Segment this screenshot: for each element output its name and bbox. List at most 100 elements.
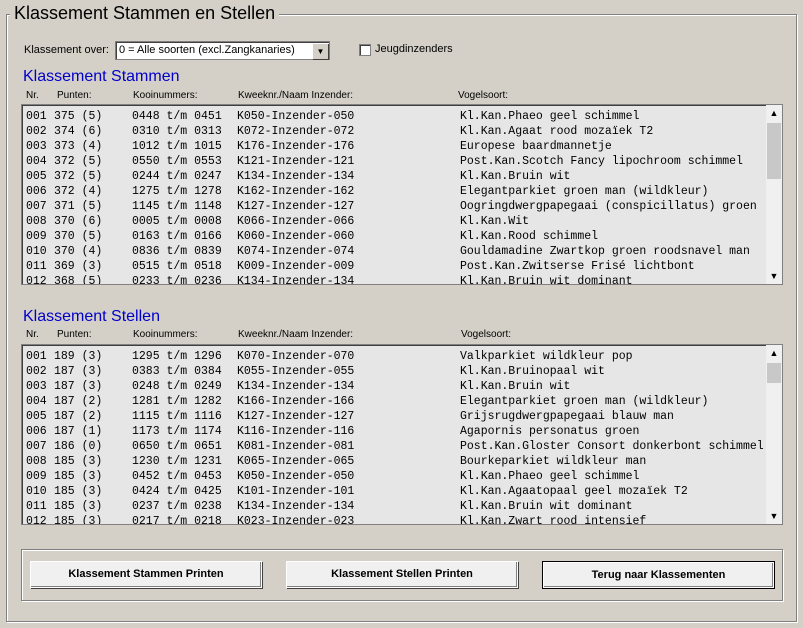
- row-vogelsoort: Oogringdwergpapegaai (conspicillatus) gr…: [460, 200, 757, 213]
- row-punten: 375 (5): [54, 110, 103, 123]
- row-nr: 007: [26, 440, 47, 453]
- print-stammen-button[interactable]: Klassement Stammen Printen: [30, 561, 262, 588]
- row-punten: 185 (3): [54, 455, 103, 468]
- row-inzender: K134-Inzender-134: [237, 500, 355, 513]
- stammen-header-nr: Nr.: [26, 90, 39, 101]
- arrow-up-icon[interactable]: ▲: [766, 105, 782, 121]
- row-kooinummers: 0310 t/m 0313: [132, 125, 222, 138]
- list-item[interactable]: 009 185 (3) 0452 t/m 0453 K050-Inzender-050…: [26, 469, 766, 484]
- row-kooinummers: 0650 t/m 0651: [132, 440, 222, 453]
- stammen-listbox[interactable]: 001 375 (5) 0448 t/m 0451 K050-Inzender-050…: [21, 104, 783, 285]
- row-nr: 001: [26, 350, 47, 363]
- row-inzender: K009-Inzender-009: [237, 260, 355, 273]
- list-item[interactable]: 001 375 (5) 0448 t/m 0451 K050-Inzender-050…: [26, 109, 766, 124]
- row-nr: 005: [26, 170, 47, 183]
- list-item[interactable]: 011 185 (3) 0237 t/m 0238 K134-Inzender-134…: [26, 499, 766, 514]
- row-kooinummers: 0550 t/m 0553: [132, 155, 222, 168]
- list-item[interactable]: 009 370 (5) 0163 t/m 0166 K060-Inzender-060…: [26, 229, 766, 244]
- jeugdinzenders-checkbox[interactable]: [359, 44, 371, 56]
- row-inzender: K050-Inzender-050: [237, 110, 355, 123]
- row-nr: 005: [26, 410, 47, 423]
- row-kooinummers: 1230 t/m 1231: [132, 455, 222, 468]
- row-kooinummers: 0233 t/m 0236: [132, 275, 222, 285]
- chevron-down-icon[interactable]: ▼: [312, 43, 328, 59]
- row-vogelsoort: Agapornis personatus groen: [460, 425, 640, 438]
- row-nr: 010: [26, 485, 47, 498]
- list-item[interactable]: 003 373 (4) 1012 t/m 1015 K176-Inzender-176…: [26, 139, 766, 154]
- klassement-over-select[interactable]: 0 = Alle soorten (excl.Zangkanaries) ▼: [115, 41, 330, 60]
- list-item[interactable]: 012 185 (3) 0217 t/m 0218 K023-Inzender-023…: [26, 514, 766, 525]
- stellen-listbox[interactable]: 001 189 (3) 1295 t/m 1296 K070-Inzender-070…: [21, 344, 783, 525]
- list-item[interactable]: 012 368 (5) 0233 t/m 0236 K134-Inzender-134…: [26, 274, 766, 285]
- scroll-thumb[interactable]: [767, 363, 781, 383]
- list-item[interactable]: 010 370 (4) 0836 t/m 0839 K074-Inzender-074…: [26, 244, 766, 259]
- jeugdinzenders-label: Jeugdinzenders: [375, 43, 453, 55]
- row-vogelsoort: Europese baardmannetje: [460, 140, 612, 153]
- row-vogelsoort: Kl.Kan.Bruin wit dominant: [460, 275, 633, 285]
- list-item[interactable]: 001 189 (3) 1295 t/m 1296 K070-Inzender-070…: [26, 349, 766, 364]
- row-kooinummers: 0163 t/m 0166: [132, 230, 222, 243]
- arrow-down-icon[interactable]: ▼: [766, 508, 782, 524]
- list-item[interactable]: 006 372 (4) 1275 t/m 1278 K162-Inzender-162…: [26, 184, 766, 199]
- row-nr: 012: [26, 275, 47, 285]
- stellen-section-title: Klassement Stellen: [23, 308, 160, 325]
- row-punten: 189 (3): [54, 350, 103, 363]
- list-item[interactable]: 003 187 (3) 0248 t/m 0249 K134-Inzender-134…: [26, 379, 766, 394]
- stammen-header-kweeknr: Kweeknr./Naam Inzender:: [238, 90, 354, 101]
- arrow-up-icon[interactable]: ▲: [766, 345, 782, 361]
- row-inzender: K081-Inzender-081: [237, 440, 355, 453]
- row-inzender: K074-Inzender-074: [237, 245, 355, 258]
- row-kooinummers: 1012 t/m 1015: [132, 140, 222, 153]
- row-punten: 187 (2): [54, 410, 103, 423]
- row-punten: 185 (3): [54, 470, 103, 483]
- stellen-scrollbar[interactable]: ▲ ▼: [766, 345, 782, 524]
- arrow-down-icon[interactable]: ▼: [766, 268, 782, 284]
- row-punten: 369 (3): [54, 260, 103, 273]
- row-nr: 002: [26, 365, 47, 378]
- list-item[interactable]: 010 185 (3) 0424 t/m 0425 K101-Inzender-101…: [26, 484, 766, 499]
- row-punten: 372 (5): [54, 170, 103, 183]
- row-inzender: K072-Inzender-072: [237, 125, 355, 138]
- list-item[interactable]: 002 187 (3) 0383 t/m 0384 K055-Inzender-055…: [26, 364, 766, 379]
- scroll-thumb[interactable]: [767, 123, 781, 179]
- list-item[interactable]: 002 374 (6) 0310 t/m 0313 K072-Inzender-072…: [26, 124, 766, 139]
- list-item[interactable]: 008 370 (6) 0005 t/m 0008 K066-Inzender-066…: [26, 214, 766, 229]
- row-inzender: K134-Inzender-134: [237, 170, 355, 183]
- row-inzender: K050-Inzender-050: [237, 470, 355, 483]
- list-item[interactable]: 004 372 (5) 0550 t/m 0553 K121-Inzender-121…: [26, 154, 766, 169]
- list-item[interactable]: 007 371 (5) 1145 t/m 1148 K127-Inzender-127…: [26, 199, 766, 214]
- row-nr: 009: [26, 230, 47, 243]
- row-kooinummers: 1173 t/m 1174: [132, 425, 222, 438]
- row-nr: 003: [26, 380, 47, 393]
- row-punten: 372 (5): [54, 155, 103, 168]
- row-vogelsoort: Elegantparkiet groen man (wildkleur): [460, 185, 709, 198]
- list-item[interactable]: 005 372 (5) 0244 t/m 0247 K134-Inzender-134…: [26, 169, 766, 184]
- stammen-header-kooinummers: Kooinummers:: [133, 90, 198, 101]
- row-vogelsoort: Kl.Kan.Phaeo geel schimmel: [460, 110, 640, 123]
- row-kooinummers: 0836 t/m 0839: [132, 245, 222, 258]
- list-item[interactable]: 008 185 (3) 1230 t/m 1231 K065-Inzender-065…: [26, 454, 766, 469]
- row-vogelsoort: Kl.Kan.Bruin wit: [460, 380, 571, 393]
- stammen-scrollbar[interactable]: ▲ ▼: [766, 105, 782, 284]
- row-punten: 187 (3): [54, 365, 103, 378]
- row-inzender: K055-Inzender-055: [237, 365, 355, 378]
- back-to-klassementen-button[interactable]: Terug naar Klassementen: [542, 561, 775, 589]
- row-punten: 368 (5): [54, 275, 103, 285]
- row-punten: 373 (4): [54, 140, 103, 153]
- row-punten: 185 (3): [54, 515, 103, 525]
- stellen-header-kweeknr: Kweeknr./Naam Inzender:: [238, 329, 354, 340]
- row-kooinummers: 1115 t/m 1116: [132, 410, 222, 423]
- row-kooinummers: 0515 t/m 0518: [132, 260, 222, 273]
- row-nr: 002: [26, 125, 47, 138]
- row-kooinummers: 0244 t/m 0247: [132, 170, 222, 183]
- list-item[interactable]: 011 369 (3) 0515 t/m 0518 K009-Inzender-009…: [26, 259, 766, 274]
- row-nr: 009: [26, 470, 47, 483]
- list-item[interactable]: 005 187 (2) 1115 t/m 1116 K127-Inzender-127…: [26, 409, 766, 424]
- list-item[interactable]: 004 187 (2) 1281 t/m 1282 K166-Inzender-166…: [26, 394, 766, 409]
- list-item[interactable]: 007 186 (0) 0650 t/m 0651 K081-Inzender-081…: [26, 439, 766, 454]
- klassement-over-value: 0 = Alle soorten (excl.Zangkanaries): [119, 44, 295, 56]
- row-punten: 187 (2): [54, 395, 103, 408]
- list-item[interactable]: 006 187 (1) 1173 t/m 1174 K116-Inzender-116…: [26, 424, 766, 439]
- row-nr: 003: [26, 140, 47, 153]
- print-stellen-button[interactable]: Klassement Stellen Printen: [286, 561, 518, 588]
